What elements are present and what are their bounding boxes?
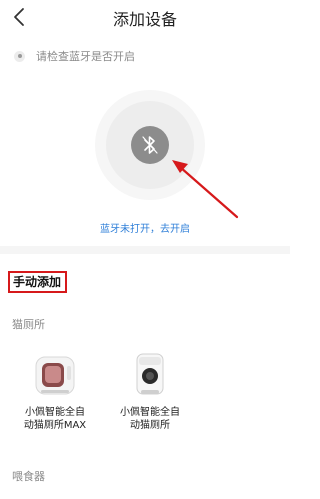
header-bar: 添加设备 <box>0 0 290 36</box>
device-litter-box[interactable]: 小佩智能全自 动猫厕所 <box>110 352 190 432</box>
device-litter-box-max[interactable]: 小佩智能全自 动猫厕所MAX <box>15 352 95 432</box>
category-litter-box: 猫厕所 <box>12 318 45 331</box>
litter-box-max-icon <box>33 352 77 398</box>
page-title: 添加设备 <box>112 10 177 29</box>
device-name-line1: 小佩智能全自 <box>120 407 180 418</box>
device-name-line2: 动猫厕所MAX <box>23 420 87 431</box>
annotation-arrow-icon <box>172 160 239 219</box>
device-name: 小佩智能全自 动猫厕所 <box>110 406 190 432</box>
section-divider <box>0 246 290 254</box>
category-feeder: 喂食器 <box>12 470 45 483</box>
hint-text: 请检查蓝牙是否开启 <box>36 50 135 63</box>
manual-add-heading: 手动添加 <box>8 271 68 293</box>
device-name: 小佩智能全自 动猫厕所MAX <box>15 406 95 432</box>
device-name-line2: 动猫厕所 <box>130 420 170 431</box>
device-name-line1: 小佩智能全自 <box>25 407 85 418</box>
bluetooth-hint: 请检查蓝牙是否开启 <box>14 48 135 64</box>
hint-dot-icon <box>14 50 25 62</box>
enable-bluetooth-link[interactable]: 蓝牙未打开，去开启 <box>0 220 290 235</box>
litter-box-icon <box>128 352 172 398</box>
